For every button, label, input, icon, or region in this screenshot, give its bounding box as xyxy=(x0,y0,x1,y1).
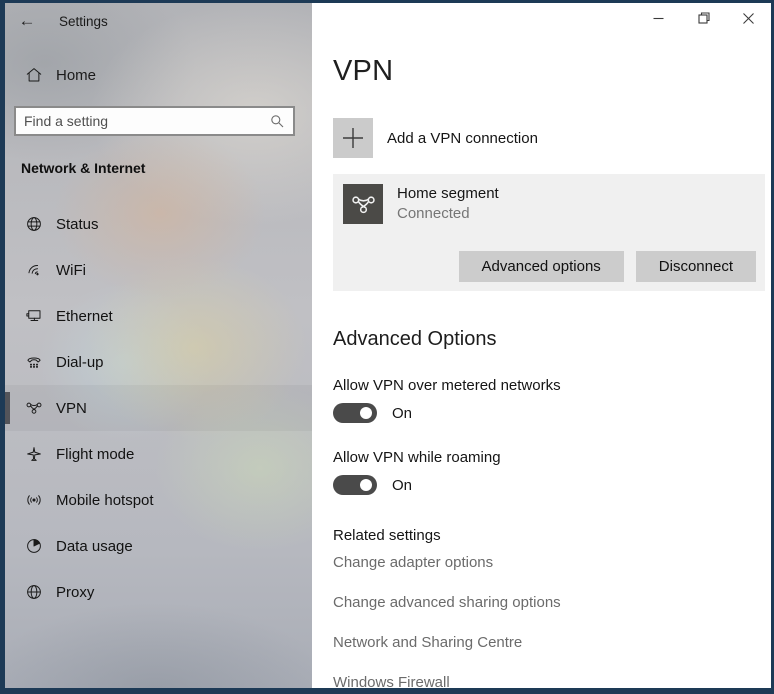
sidebar-item-proxy[interactable]: Proxy xyxy=(5,569,312,615)
search-input[interactable] xyxy=(16,113,269,129)
globe-icon xyxy=(25,215,43,233)
phone-icon xyxy=(25,353,43,371)
sidebar-item-label: Home xyxy=(56,67,96,84)
toggle-row-metered: On xyxy=(333,403,765,423)
hotspot-icon xyxy=(25,491,43,509)
vpn-card-buttons: Advanced options Disconnect xyxy=(343,251,756,282)
vpn-connection-card[interactable]: Home segment Connected Advanced options … xyxy=(333,174,765,291)
main-content: VPN Add a VPN connection Home segment xyxy=(312,55,771,691)
globe-icon xyxy=(25,583,43,601)
sidebar-item-data-usage[interactable]: Data usage xyxy=(5,523,312,569)
toggle-allow-vpn-metered[interactable] xyxy=(333,403,377,423)
airplane-icon xyxy=(25,445,43,463)
sidebar-item-home[interactable]: Home xyxy=(5,57,312,93)
close-button[interactable] xyxy=(726,3,771,33)
toggle-state-label: On xyxy=(392,477,412,494)
connection-name: Home segment xyxy=(397,185,499,202)
selection-indicator xyxy=(5,392,10,424)
sidebar-titlebar: ← Settings xyxy=(5,3,312,39)
main-panel: VPN Add a VPN connection Home segment xyxy=(312,3,771,688)
toggle-label-metered: Allow VPN over metered networks xyxy=(333,377,765,394)
related-settings-heading: Related settings xyxy=(333,527,765,544)
disconnect-button[interactable]: Disconnect xyxy=(636,251,756,282)
search-icon[interactable] xyxy=(269,113,285,129)
add-vpn-label: Add a VPN connection xyxy=(387,130,538,147)
home-icon xyxy=(25,66,43,84)
sidebar-item-mobile-hotspot[interactable]: Mobile hotspot xyxy=(5,477,312,523)
pie-chart-icon xyxy=(25,537,43,555)
sidebar-item-vpn[interactable]: VPN xyxy=(5,385,312,431)
plus-icon[interactable] xyxy=(333,118,373,158)
sidebar-item-dialup[interactable]: Dial-up xyxy=(5,339,312,385)
advanced-options-button[interactable]: Advanced options xyxy=(459,251,624,282)
toggle-knob xyxy=(360,479,372,491)
toggle-allow-vpn-roaming[interactable] xyxy=(333,475,377,495)
connection-status: Connected xyxy=(397,205,499,222)
settings-window: ← Settings Home Network & Internet xyxy=(5,3,771,688)
advanced-options-heading: Advanced Options xyxy=(333,328,765,351)
page-title: VPN xyxy=(333,55,765,88)
window-frame: ← Settings Home Network & Internet xyxy=(0,0,774,694)
toggle-knob xyxy=(360,407,372,419)
back-button[interactable]: ← xyxy=(5,11,49,31)
vpn-icon xyxy=(343,184,383,224)
sidebar-item-flight-mode[interactable]: Flight mode xyxy=(5,431,312,477)
link-change-adapter-options[interactable]: Change adapter options xyxy=(333,554,765,571)
vpn-icon xyxy=(25,399,43,417)
link-network-and-sharing-centre[interactable]: Network and Sharing Centre xyxy=(333,634,765,651)
add-vpn-row[interactable]: Add a VPN connection xyxy=(333,118,765,158)
wifi-icon xyxy=(25,261,43,279)
sidebar-item-status[interactable]: Status xyxy=(5,201,312,247)
search-box[interactable] xyxy=(14,106,295,136)
window-title: Settings xyxy=(59,14,108,29)
link-windows-firewall[interactable]: Windows Firewall xyxy=(333,674,765,691)
sidebar-section-header: Network & Internet xyxy=(21,160,312,176)
sidebar-nav: Status WiFi Ethernet xyxy=(5,201,312,615)
vpn-card-header: Home segment Connected xyxy=(343,184,756,224)
toggle-label-roaming: Allow VPN while roaming xyxy=(333,449,765,466)
minimize-button[interactable] xyxy=(636,3,681,33)
toggle-row-roaming: On xyxy=(333,475,765,495)
vpn-card-text: Home segment Connected xyxy=(397,184,499,222)
ethernet-icon xyxy=(25,307,43,325)
sidebar-item-ethernet[interactable]: Ethernet xyxy=(5,293,312,339)
restore-button[interactable] xyxy=(681,3,726,33)
sidebar-item-wifi[interactable]: WiFi xyxy=(5,247,312,293)
toggle-state-label: On xyxy=(392,405,412,422)
window-controls xyxy=(636,3,771,33)
sidebar: ← Settings Home Network & Internet xyxy=(5,3,312,688)
link-change-advanced-sharing-options[interactable]: Change advanced sharing options xyxy=(333,594,765,611)
